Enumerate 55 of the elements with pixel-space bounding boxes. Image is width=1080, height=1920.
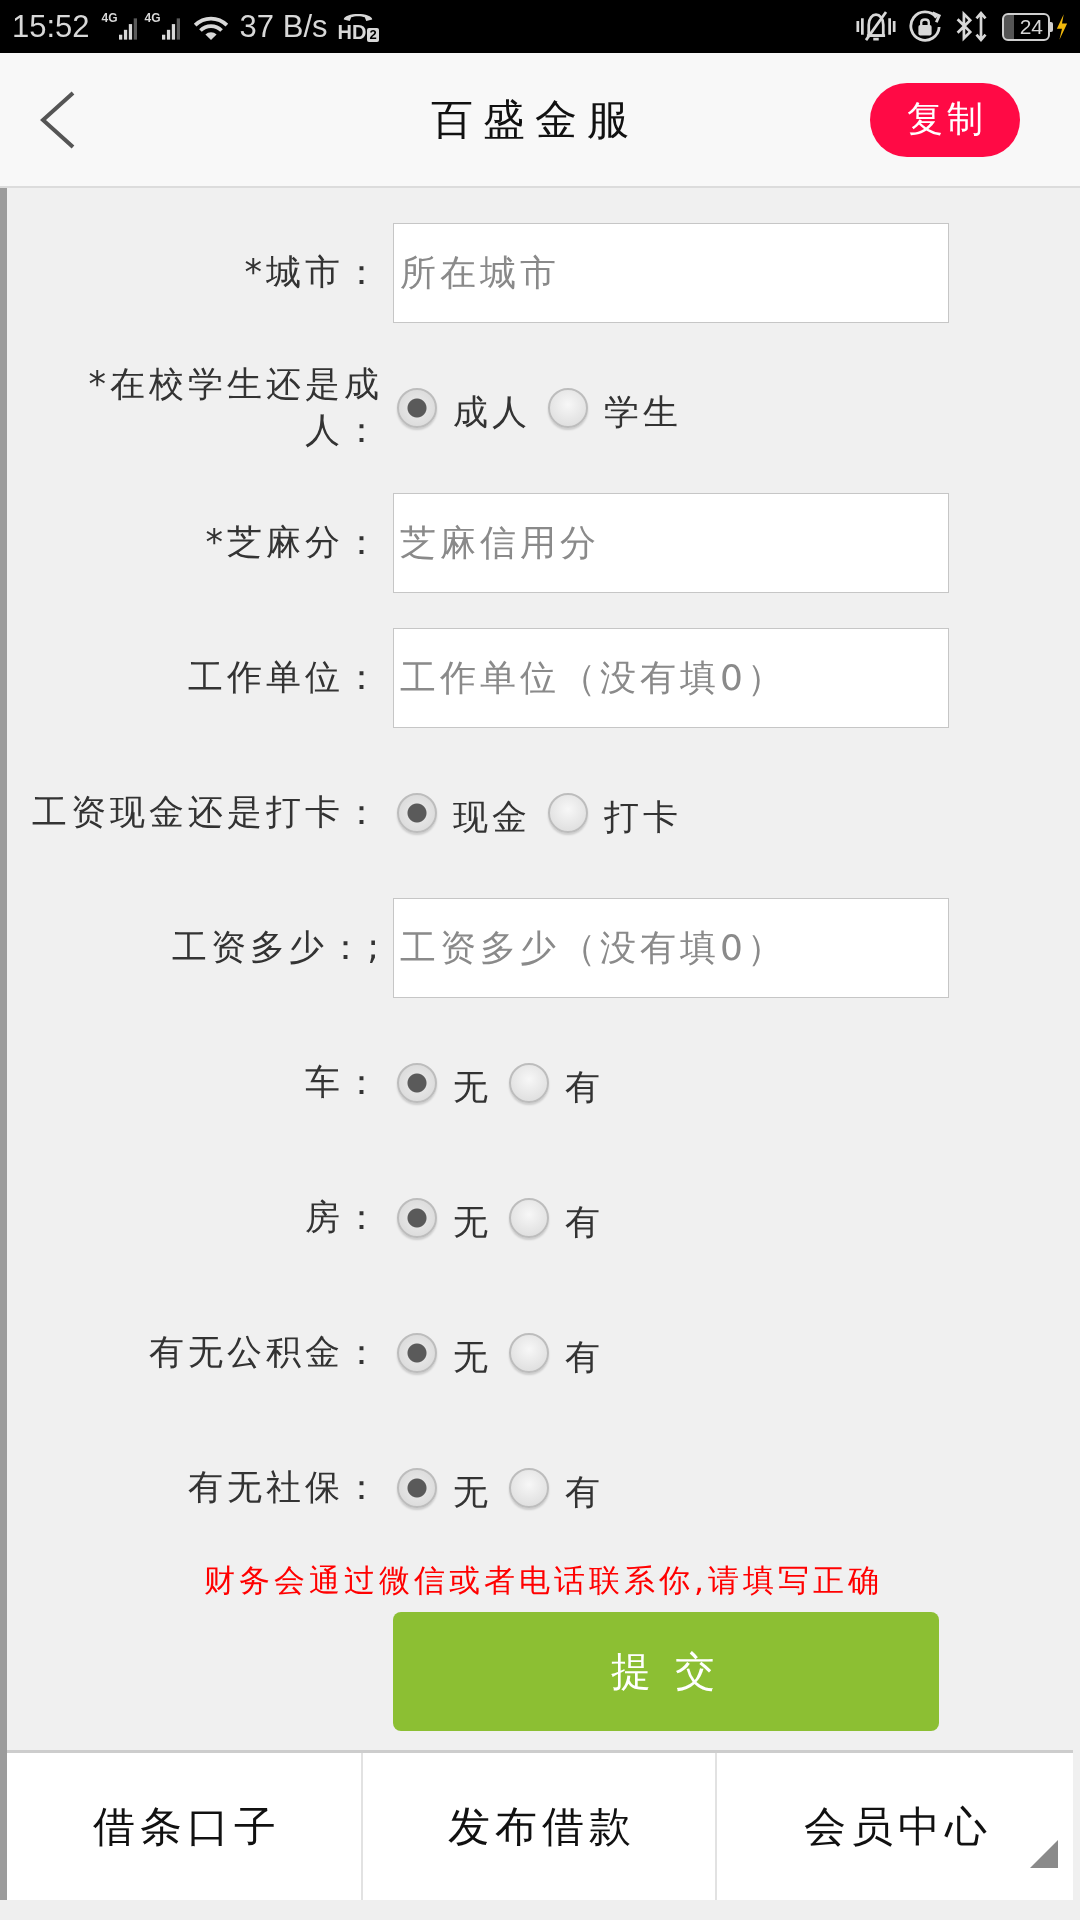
option-label: 无 (453, 1335, 492, 1378)
status-time: 15:52 (12, 8, 90, 45)
option-label: 无 (453, 1470, 492, 1513)
phone-icon (343, 11, 374, 22)
input-field[interactable]: 工资多少（没有填0） (393, 897, 949, 998)
signal-icon (161, 15, 180, 42)
option-label: 成人 (453, 390, 531, 433)
input-field[interactable]: 芝麻信用分 (393, 492, 949, 593)
corner-triangle-icon (1030, 1840, 1058, 1868)
network-speed: 37 B/s (239, 8, 328, 45)
option-label: 有 (565, 1065, 604, 1108)
hd-index: 2 (367, 28, 379, 42)
radio-button[interactable] (397, 1062, 437, 1103)
notice-text: 财务会通过微信或者电话联系你,请填写正确 (203, 1561, 884, 1600)
option-label: 学生 (604, 390, 682, 433)
option-label: 有 (565, 1200, 604, 1243)
network-type-label: 4G (144, 11, 161, 24)
option-label: 有 (565, 1470, 604, 1513)
radio-button[interactable] (397, 1197, 437, 1238)
field-label: 有无社保： (187, 1465, 383, 1509)
radio-button[interactable] (548, 387, 588, 428)
input-field[interactable]: 所在城市 (393, 222, 949, 323)
field-label: 工资现金还是打卡： (31, 790, 383, 834)
radio-button[interactable] (397, 1467, 437, 1508)
radio-button[interactable] (548, 792, 588, 833)
radio-button[interactable] (397, 792, 437, 833)
battery-level: 24 (1002, 12, 1053, 41)
option-label: 无 (453, 1200, 492, 1243)
option-label: 打卡 (604, 795, 682, 838)
radio-button[interactable] (509, 1197, 549, 1238)
option-label: 现金 (453, 795, 531, 838)
radio-button[interactable] (509, 1467, 549, 1508)
radio-button[interactable] (509, 1062, 549, 1103)
field-label: *城市： (243, 250, 383, 294)
field-label: 车： (304, 1060, 383, 1104)
field-label: 房： (304, 1195, 383, 1239)
option-label: 有 (565, 1335, 604, 1378)
field-label: *在校学生还是成人： (87, 363, 383, 452)
radio-button[interactable] (397, 1332, 437, 1373)
rotation-lock-icon (908, 9, 942, 44)
copy-button[interactable]: 复制 (870, 82, 1020, 157)
hd-label: HD (337, 22, 367, 42)
option-label: 无 (453, 1065, 492, 1108)
page-title: 百盛金服 (431, 93, 639, 146)
field-label: 有无公积金： (148, 1330, 383, 1374)
muted-bell-icon (856, 10, 896, 43)
network-type-label: 4G (101, 11, 118, 24)
signal-icon (118, 15, 137, 42)
radio-button[interactable] (397, 387, 437, 428)
field-label: 工资多少：; (171, 925, 383, 969)
radio-button[interactable] (509, 1332, 549, 1373)
field-label: 工作单位： (187, 655, 383, 699)
field-label: *芝麻分： (204, 520, 383, 564)
input-field[interactable]: 工作单位（没有填0） (393, 627, 949, 728)
back-icon[interactable] (38, 90, 76, 149)
